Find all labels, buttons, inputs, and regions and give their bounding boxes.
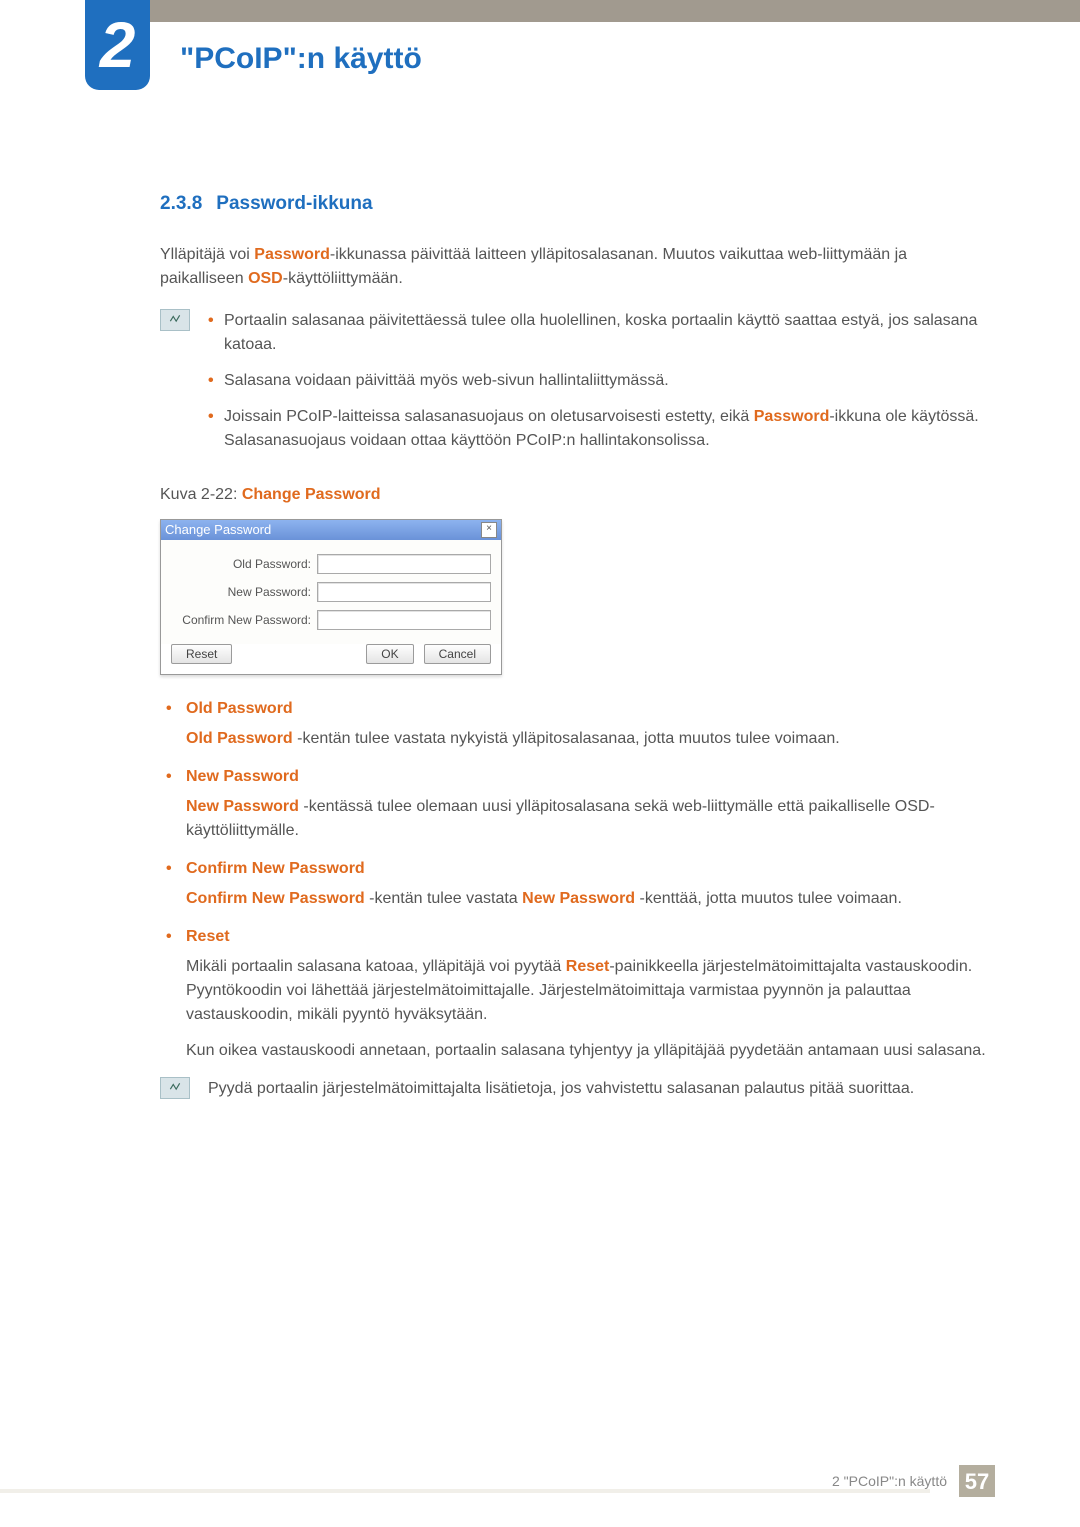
intro-paragraph: Ylläpitäjä voi Password-ikkunassa päivit… bbox=[160, 243, 995, 291]
def-title: New Password bbox=[186, 765, 995, 789]
info-bullets: Portaalin salasanaa päivitettäessä tulee… bbox=[208, 309, 995, 465]
def-old-password: Old Password Old Password -kentän tulee … bbox=[160, 697, 995, 751]
new-password-label: New Password: bbox=[171, 583, 311, 601]
def-body: Old Password -kentän tulee vastata nykyi… bbox=[186, 727, 995, 751]
dialog-titlebar: Change Password × bbox=[161, 520, 501, 540]
dialog-buttons: Reset OK Cancel bbox=[161, 644, 501, 674]
old-password-input[interactable] bbox=[317, 554, 491, 574]
chapter-number: 2 bbox=[100, 0, 136, 93]
change-password-dialog: Change Password × Old Password: New Pass… bbox=[160, 519, 502, 675]
footer-text: 2 "PCoIP":n käyttö bbox=[832, 1471, 947, 1492]
reset-button[interactable]: Reset bbox=[171, 644, 232, 664]
def-title: Confirm New Password bbox=[186, 857, 995, 881]
new-password-input[interactable] bbox=[317, 582, 491, 602]
def-body: New Password -kentässä tulee olemaan uus… bbox=[186, 795, 995, 843]
page-content: 2.3.8 Password-ikkuna Ylläpitäjä voi Pass… bbox=[160, 190, 995, 1101]
def-title: Old Password bbox=[186, 697, 995, 721]
footer-note: Pyydä portaalin järjestelmätoimittajalta… bbox=[160, 1077, 995, 1101]
info-bullet: Joissain PCoIP-laitteissa salasanasuojau… bbox=[208, 405, 995, 453]
header-strip bbox=[85, 0, 1080, 22]
ok-button[interactable]: OK bbox=[366, 644, 413, 664]
dialog-title: Change Password bbox=[165, 520, 271, 540]
note-icon bbox=[160, 1077, 190, 1099]
footer-bar bbox=[0, 1489, 930, 1493]
chapter-number-badge: 2 bbox=[85, 0, 150, 90]
close-icon[interactable]: × bbox=[481, 522, 497, 538]
dialog-body: Old Password: New Password: Confirm New … bbox=[161, 540, 501, 644]
def-reset: Reset Mikäli portaalin salasana katoaa, … bbox=[160, 925, 995, 1063]
page-footer: 2 "PCoIP":n käyttö 57 bbox=[832, 1465, 995, 1497]
def-body: Confirm New Password -kentän tulee vasta… bbox=[186, 887, 995, 911]
confirm-password-input[interactable] bbox=[317, 610, 491, 630]
note-icon bbox=[160, 309, 190, 331]
new-password-row: New Password: bbox=[171, 582, 491, 602]
note-text: Pyydä portaalin järjestelmätoimittajalta… bbox=[208, 1077, 914, 1101]
chapter-title: "PCoIP":n käyttö bbox=[180, 36, 422, 81]
def-title: Reset bbox=[186, 925, 995, 949]
section-heading: 2.3.8 Password-ikkuna bbox=[160, 190, 995, 219]
info-bullet: Salasana voidaan päivittää myös web-sivu… bbox=[208, 369, 995, 393]
definition-list: Old Password Old Password -kentän tulee … bbox=[160, 697, 995, 1063]
section-title: Password-ikkuna bbox=[216, 193, 372, 214]
old-password-label: Old Password: bbox=[171, 555, 311, 573]
section-number: 2.3.8 bbox=[160, 190, 202, 219]
page-number: 57 bbox=[959, 1465, 995, 1497]
info-bullet: Portaalin salasanaa päivitettäessä tulee… bbox=[208, 309, 995, 357]
confirm-password-label: Confirm New Password: bbox=[171, 611, 311, 629]
figure-caption: Kuva 2-22: Change Password bbox=[160, 483, 995, 507]
confirm-password-row: Confirm New Password: bbox=[171, 610, 491, 630]
old-password-row: Old Password: bbox=[171, 554, 491, 574]
def-body: Mikäli portaalin salasana katoaa, ylläpi… bbox=[186, 955, 995, 1063]
def-new-password: New Password New Password -kentässä tule… bbox=[160, 765, 995, 843]
def-confirm-password: Confirm New Password Confirm New Passwor… bbox=[160, 857, 995, 911]
info-note: Portaalin salasanaa päivitettäessä tulee… bbox=[160, 309, 995, 465]
cancel-button[interactable]: Cancel bbox=[424, 644, 491, 664]
page-header: 2 "PCoIP":n käyttö bbox=[0, 0, 1080, 100]
